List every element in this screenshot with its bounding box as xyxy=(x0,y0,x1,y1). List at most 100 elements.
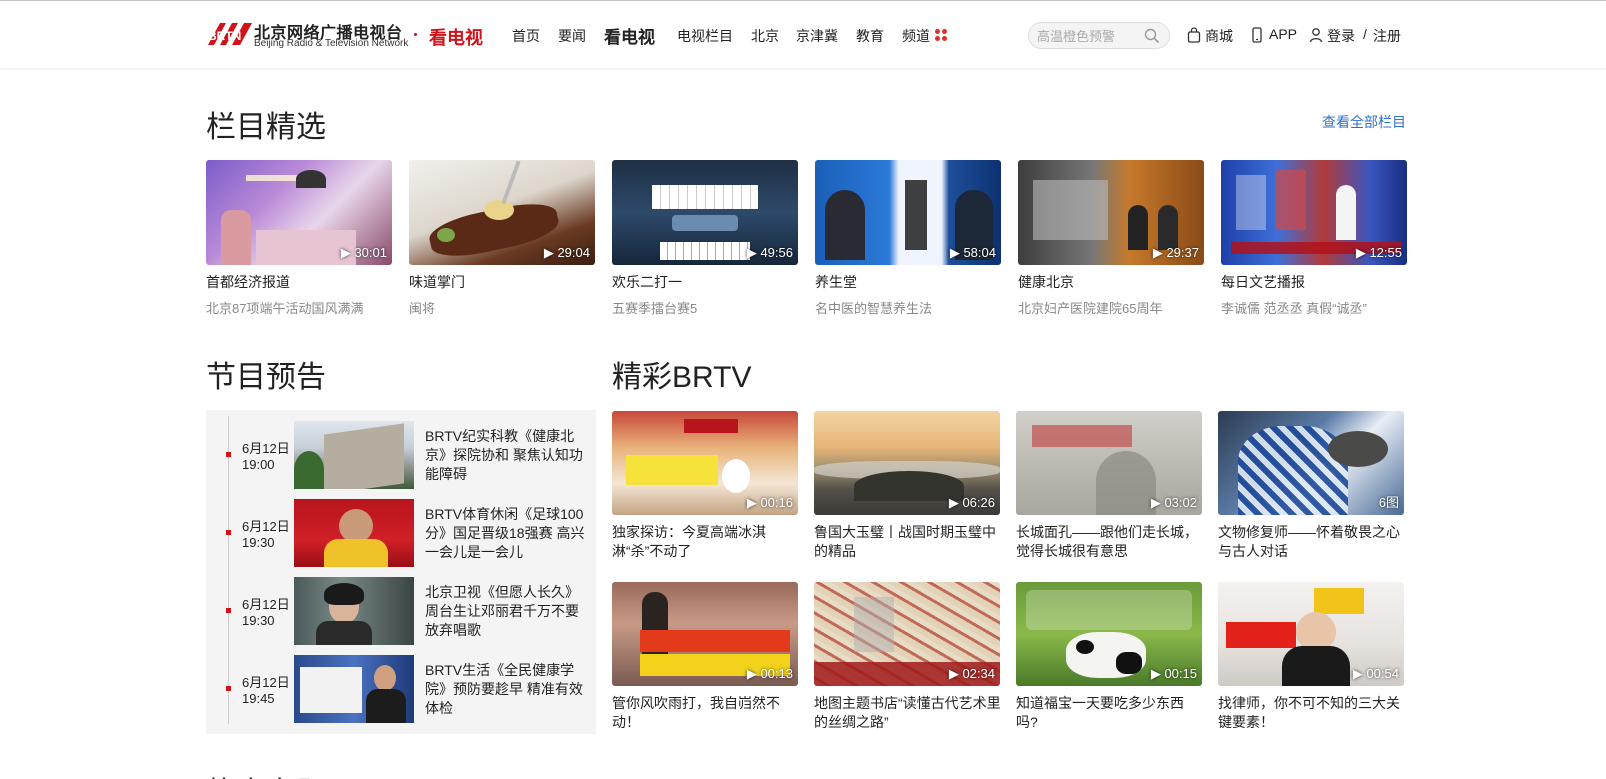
schedule-text: BRTV体育休闲《足球100分》国足晋级18强赛 高兴一会儿是一会儿 xyxy=(425,506,585,560)
schedule-item[interactable]: 6月12日 19:45 BRTV生活《全民健康学院》预防要趁早 精准有效体检 xyxy=(206,655,596,723)
brtv-description: 管你风吹雨打，我自岿然不动！ xyxy=(612,695,780,730)
duration-label: ▶ 29:04 xyxy=(543,245,590,260)
duration-label: ▶ 12:55 xyxy=(1355,245,1402,260)
brtv-card[interactable]: ▶ 00:54 找律师，你不可不知的三大关键要素！ xyxy=(1218,582,1404,732)
brtv-description: 长城面孔——跟他们走长城，觉得长城很有意思 xyxy=(1016,524,1198,559)
brtv-description: 地图主题书店“读懂古代艺术里的丝绸之路” xyxy=(814,695,1001,730)
featured-thumbnail: ▶ 12:55 xyxy=(1221,160,1407,265)
timeline-dot xyxy=(226,452,231,457)
brtv-description: 鲁国大玉璧丨战国时期玉璧中的精品 xyxy=(814,524,996,559)
schedule-thumbnail xyxy=(294,499,414,567)
featured-thumbnail: ▶ 49:56 xyxy=(612,160,798,265)
brtv-card[interactable]: ▶ 00:16 独家探访：今夏高端冰淇淋“杀”不动了 xyxy=(612,411,798,561)
section-name[interactable]: 看电视 xyxy=(429,24,483,50)
schedule-item[interactable]: 6月12日 19:30 BRTV体育休闲《足球100分》国足晋级18强赛 高兴一会… xyxy=(206,499,596,567)
duration-label: ▶ 06:26 xyxy=(948,495,995,510)
featured-title: 健康北京 xyxy=(1018,274,1074,290)
featured-card[interactable]: ▶ 49:56 欢乐二打一 五赛季擂台赛5 xyxy=(612,160,798,320)
nav-tv-programs[interactable]: 电视栏目 xyxy=(677,26,733,46)
logo-separator-dot xyxy=(414,33,417,36)
featured-card[interactable]: ▶ 29:37 健康北京 北京妇产医院建院65周年 xyxy=(1018,160,1204,320)
schedule-thumbnail xyxy=(294,655,414,723)
schedule-thumbnail xyxy=(294,577,414,645)
login-link[interactable]: 登录 xyxy=(1327,26,1355,46)
phone-icon[interactable] xyxy=(1250,27,1264,43)
featured-title: 首都经济报道 xyxy=(206,274,290,290)
nav-news[interactable]: 要闻 xyxy=(558,26,586,46)
schedule-title: 节目预告 xyxy=(206,361,326,394)
nav-jingjinji[interactable]: 京津冀 xyxy=(796,26,838,46)
brtv-thumbnail: ▶ 02:34 xyxy=(814,582,1000,686)
search-box xyxy=(1028,22,1170,49)
brtv-card[interactable]: 6图 文物修复师——怀着敬畏之心与古人对话 xyxy=(1218,411,1404,561)
brtv-description: 找律师，你不可不知的三大关键要素！ xyxy=(1218,695,1400,730)
featured-subtitle: 李诚儒 范丞丞 真假“诚丞” xyxy=(1221,301,1367,316)
nav-watch-tv[interactable]: 看电视 xyxy=(604,23,655,48)
image-count-label: 6图 xyxy=(1378,495,1399,510)
register-link[interactable]: 注册 xyxy=(1373,26,1401,46)
featured-card[interactable]: ▶ 30:01 首都经济报道 北京87项端午活动国风满满 xyxy=(206,160,392,320)
user-icon[interactable] xyxy=(1309,27,1323,43)
brtv-card[interactable]: ▶ 00:15 知道福宝一天要吃多少东西吗? xyxy=(1016,582,1202,732)
duration-label: ▶ 49:56 xyxy=(746,245,793,260)
duration-label: ▶ 30:01 xyxy=(340,245,387,260)
timeline-dot xyxy=(226,686,231,691)
schedule-item[interactable]: 6月12日 19:30 北京卫视《但愿人长久》周台生让邓丽君千万不要放弃唱歌 xyxy=(206,577,596,645)
brtv-thumbnail: ▶ 00:15 xyxy=(1016,582,1202,686)
featured-card[interactable]: ▶ 29:04 味道掌门 闽将 xyxy=(409,160,595,320)
featured-thumbnail: ▶ 29:04 xyxy=(409,160,595,265)
brtv-card[interactable]: ▶ 02:34 地图主题书店“读懂古代艺术里的丝绸之路” xyxy=(814,582,1001,732)
featured-thumbnail: ▶ 30:01 xyxy=(206,160,392,265)
app-link[interactable]: APP xyxy=(1269,26,1297,42)
logo-english-name: Beijing Radio & Television Network xyxy=(254,38,409,49)
search-input[interactable] xyxy=(1037,27,1147,45)
nav-education[interactable]: 教育 xyxy=(856,26,884,46)
shopping-bag-icon[interactable] xyxy=(1187,27,1201,43)
duration-label: ▶ 00:54 xyxy=(1352,666,1399,681)
login-register-separator: / xyxy=(1363,26,1367,42)
schedule-time: 6月12日 19:45 xyxy=(242,675,290,706)
channels-grid-icon[interactable] xyxy=(935,29,947,41)
featured-title: 每日文艺播报 xyxy=(1221,274,1305,290)
brtv-thumbnail: ▶ 00:13 xyxy=(612,582,798,686)
schedule-time: 6月12日 19:00 xyxy=(242,441,290,472)
timeline-dot xyxy=(226,608,231,613)
view-all-programs-link[interactable]: 查看全部栏目 xyxy=(1322,112,1406,132)
nav-channels[interactable]: 频道 xyxy=(902,26,930,46)
brtn-logo-icon: BRTN xyxy=(206,19,254,49)
schedule-text: 北京卫视《但愿人长久》周台生让邓丽君千万不要放弃唱歌 xyxy=(425,584,579,638)
featured-subtitle: 北京87项端午活动国风满满 xyxy=(206,301,364,316)
search-icon[interactable] xyxy=(1144,28,1160,44)
timeline-dot xyxy=(226,530,231,535)
site-logo[interactable]: BRTN 北京网络广播电视台 Beijing Radio & Televisio… xyxy=(206,19,420,53)
duration-label: ▶ 29:37 xyxy=(1152,245,1199,260)
featured-subtitle: 闽将 xyxy=(409,301,436,316)
brtv-description: 知道福宝一天要吃多少东西吗? xyxy=(1016,695,1184,730)
featured-subtitle: 北京妇产医院建院65周年 xyxy=(1018,301,1163,316)
featured-thumbnail: ▶ 29:37 xyxy=(1018,160,1204,265)
nav-beijing[interactable]: 北京 xyxy=(751,26,779,46)
schedule-thumbnail xyxy=(294,421,414,489)
schedule-time: 6月12日 19:30 xyxy=(242,597,290,628)
featured-programs-title: 栏目精选 xyxy=(206,111,326,144)
featured-subtitle: 五赛季擂台赛5 xyxy=(612,301,698,316)
brtv-thumbnail: ▶ 00:16 xyxy=(612,411,798,515)
featured-title: 养生堂 xyxy=(815,274,857,290)
schedule-item[interactable]: 6月12日 19:00 BRTV纪实科教《健康北京》探院协和 聚焦认知功能障碍 xyxy=(206,421,596,489)
schedule-text: BRTV生活《全民健康学院》预防要趁早 精准有效体检 xyxy=(425,662,583,716)
svg-text:BRTN: BRTN xyxy=(208,29,241,43)
featured-title: 欢乐二打一 xyxy=(612,274,682,290)
schedule-time: 6月12日 19:30 xyxy=(242,519,290,550)
featured-card[interactable]: ▶ 58:04 养生堂 名中医的智慧养生法 xyxy=(815,160,1001,320)
brtv-thumbnail: ▶ 03:02 xyxy=(1016,411,1202,515)
shop-link[interactable]: 商城 xyxy=(1205,26,1233,46)
nav-home[interactable]: 首页 xyxy=(512,26,540,46)
brtv-description: 文物修复师——怀着敬畏之心与古人对话 xyxy=(1218,524,1400,559)
brtv-card[interactable]: ▶ 06:26 鲁国大玉璧丨战国时期玉璧中的精品 xyxy=(814,411,1000,561)
brtv-card[interactable]: ▶ 03:02 长城面孔——跟他们走长城，觉得长城很有意思 xyxy=(1016,411,1202,561)
featured-card[interactable]: ▶ 12:55 每日文艺播报 李诚儒 范丞丞 真假“诚丞” xyxy=(1221,160,1407,320)
duration-label: ▶ 00:13 xyxy=(746,666,793,681)
brtv-card[interactable]: ▶ 00:13 管你风吹雨打，我自岿然不动！ xyxy=(612,582,798,732)
duration-label: ▶ 03:02 xyxy=(1150,495,1197,510)
duration-label: ▶ 00:16 xyxy=(746,495,793,510)
